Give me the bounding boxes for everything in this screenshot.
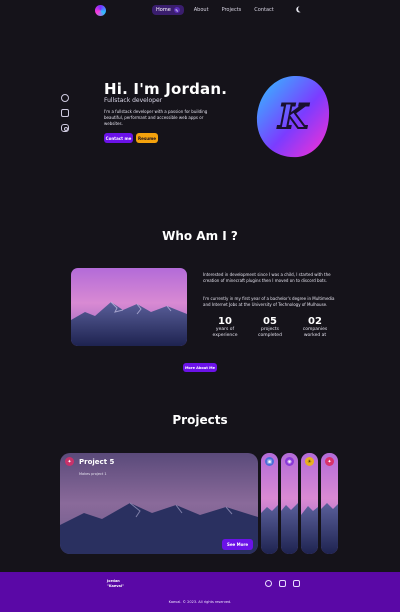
- footer-brand: Jordan "Kaeval": [107, 579, 124, 589]
- nav-links: Home ✎ About Projects Contact: [152, 5, 277, 15]
- stat-number: 10: [218, 316, 232, 327]
- pill-background: [261, 453, 278, 554]
- pill-background: [301, 453, 318, 554]
- social-sidebar: [61, 94, 69, 132]
- pencil-icon: ✎: [173, 7, 180, 13]
- nav-projects[interactable]: Projects: [219, 5, 245, 15]
- linkedin-icon[interactable]: [279, 580, 286, 587]
- sun-icon: ☀: [305, 457, 314, 466]
- footer-brand-line2: "Kaeval": [107, 584, 124, 588]
- hero-description: I'm a fullstack developer with a passion…: [104, 109, 208, 126]
- project-pill[interactable]: ☀: [301, 453, 318, 554]
- resume-button[interactable]: Resume: [136, 133, 158, 143]
- hero-title: Hi. I'm Jordan.: [104, 80, 228, 98]
- hero-subtitle: Fullstack developer: [104, 97, 163, 104]
- project-pill[interactable]: ▣: [261, 453, 278, 554]
- top-nav: Home ✎ About Projects Contact: [0, 0, 400, 22]
- stat-number: 02: [308, 316, 322, 327]
- linkedin-icon[interactable]: [61, 109, 69, 117]
- stat-experience: 10 years of experience: [205, 316, 245, 339]
- about-paragraph-2: I'm currently in my first year of a bach…: [203, 296, 335, 307]
- instagram-icon[interactable]: [61, 124, 69, 132]
- project-pill[interactable]: ✦: [321, 453, 338, 554]
- about-paragraph-1: Interested in development since I was a …: [203, 272, 331, 283]
- nav-home[interactable]: Home ✎: [152, 5, 184, 15]
- logo-blob-image: K: [256, 75, 330, 158]
- circle-icon: ◉: [285, 457, 294, 466]
- flame-icon: ✦: [325, 457, 334, 466]
- footer-social: [265, 580, 300, 587]
- footer: Jordan "Kaeval" Kaeval. © 2023. All righ…: [0, 572, 400, 612]
- nav-about[interactable]: About: [191, 5, 212, 15]
- cube-icon: ▣: [265, 457, 274, 466]
- instagram-icon[interactable]: [293, 580, 300, 587]
- nav-contact[interactable]: Contact: [251, 5, 276, 15]
- more-about-button[interactable]: More About Me: [183, 363, 217, 372]
- stat-companies: 02 companies worked at: [295, 316, 335, 339]
- flame-icon: ✦: [65, 457, 74, 466]
- mountain-image: [71, 268, 187, 346]
- pill-background: [281, 453, 298, 554]
- contact-button[interactable]: Contact me: [104, 133, 133, 143]
- project-header: ✦ Project 5: [65, 457, 114, 466]
- stats: 10 years of experience 05 projects compl…: [205, 316, 335, 339]
- github-icon[interactable]: [61, 94, 69, 102]
- project-title: Project 5: [79, 457, 115, 466]
- stat-label: experience: [212, 333, 238, 338]
- logo-icon[interactable]: [95, 5, 106, 16]
- project-pill[interactable]: ◉: [281, 453, 298, 554]
- moon-icon[interactable]: [297, 5, 305, 13]
- svg-text:K: K: [277, 97, 309, 137]
- projects-title: Projects: [172, 413, 228, 427]
- see-more-button[interactable]: See More: [222, 539, 253, 550]
- copyright: Kaeval. © 2023. All rights reserved.: [168, 600, 232, 604]
- stat-projects: 05 projects completed: [250, 316, 290, 339]
- stat-label: worked at: [303, 333, 327, 338]
- stat-number: 05: [263, 316, 277, 327]
- github-icon[interactable]: [265, 580, 272, 587]
- pill-background: [321, 453, 338, 554]
- stat-label: completed: [258, 333, 282, 338]
- project-description: Makes project 1: [79, 472, 107, 476]
- nav-home-label: Home: [156, 7, 171, 13]
- about-title: Who Am I ?: [162, 229, 238, 243]
